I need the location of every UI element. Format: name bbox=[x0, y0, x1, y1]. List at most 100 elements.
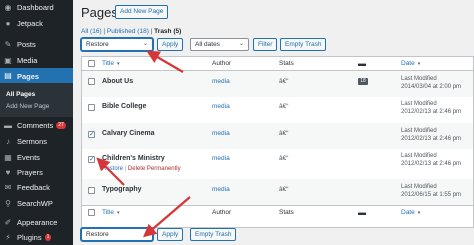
comments-count-badge: 27 bbox=[56, 122, 66, 129]
sidebar-item-searchwp[interactable]: ⚲ SearchWP bbox=[0, 199, 73, 208]
filter-all-link[interactable]: All (16) bbox=[81, 28, 102, 35]
table-row: Children's Ministry Restore | Delete Per… bbox=[82, 149, 473, 179]
pin-icon: ✎ bbox=[4, 39, 12, 49]
submenu-all-pages[interactable]: All Pages bbox=[6, 91, 35, 98]
stats-value: â€“ bbox=[279, 130, 289, 137]
bulk-action-select-top[interactable]: Restore ⌄ bbox=[81, 38, 153, 51]
comment-column-icon[interactable]: ▬ bbox=[358, 208, 366, 217]
comment-column-icon[interactable]: ▬ bbox=[358, 59, 366, 68]
stats-value: â€“ bbox=[279, 186, 289, 193]
empty-trash-button-top[interactable]: Empty Trash bbox=[280, 38, 327, 51]
sidebar-item-feedback[interactable]: ✉ Feedback bbox=[0, 183, 73, 192]
sidebar-item-label: Media bbox=[17, 56, 38, 65]
row-checkbox[interactable] bbox=[88, 78, 95, 85]
page-title-link[interactable]: Typography bbox=[102, 186, 142, 193]
plugins-count-badge: 1 bbox=[44, 234, 52, 241]
page-title-link[interactable]: Children's Ministry bbox=[102, 155, 165, 162]
stats-value: â€“ bbox=[279, 155, 289, 162]
sort-icon: ▾ bbox=[117, 210, 120, 216]
pages-submenu: All Pages Add New Page bbox=[0, 83, 73, 117]
restore-link[interactable]: Restore bbox=[102, 166, 123, 172]
chevron-down-icon: ⌄ bbox=[142, 231, 148, 237]
chevron-down-icon: ⌄ bbox=[238, 41, 244, 47]
sidebar-item-label: Pages bbox=[17, 71, 40, 81]
sidebar-item-events[interactable]: ▦ Events bbox=[0, 153, 73, 162]
sidebar-item-label: Comments bbox=[17, 121, 54, 130]
row-checkbox[interactable] bbox=[88, 155, 95, 163]
apply-button-bottom[interactable]: Apply bbox=[157, 228, 184, 241]
table-row: Calvary Cinema media â€“ Last Modified20… bbox=[82, 123, 473, 149]
filter-trash-current[interactable]: Trash (5) bbox=[154, 28, 181, 35]
column-title-footer[interactable]: Title ▾ bbox=[102, 209, 120, 216]
feedback-icon: ✉ bbox=[4, 182, 12, 192]
filter-published-link[interactable]: Published (18) bbox=[107, 28, 149, 35]
stats-value: â€“ bbox=[279, 78, 289, 85]
status-filter-links: All (16) | Published (18) | Trash (5) bbox=[81, 28, 182, 35]
sidebar-item-appearance[interactable]: ✐ Appearance bbox=[0, 218, 73, 227]
date-cell: Last Modified 2014/03/04 at 2:00 pm bbox=[401, 76, 462, 90]
bulk-action-select-bottom[interactable]: Restore ⌄ bbox=[81, 228, 153, 241]
select-all-checkbox[interactable] bbox=[88, 209, 95, 216]
column-author-header: Author bbox=[212, 60, 232, 67]
sidebar-item-label: Events bbox=[17, 153, 40, 162]
delete-permanently-link[interactable]: Delete Permanently bbox=[128, 166, 181, 172]
filter-button[interactable]: Filter bbox=[253, 38, 278, 51]
date-cell: Last Modified 2012/02/13 at 2:46 pm bbox=[401, 128, 462, 142]
add-new-page-button[interactable]: Add New Page bbox=[115, 5, 169, 19]
author-link[interactable]: media bbox=[212, 186, 230, 193]
comment-icon: ▬ bbox=[4, 120, 12, 130]
column-title-header[interactable]: Title ▾ bbox=[102, 60, 120, 67]
date-cell: Last Modified 2012/02/13 at 2:46 pm bbox=[401, 153, 462, 167]
column-date-footer[interactable]: Date ▾ bbox=[401, 209, 420, 216]
page-title-link[interactable]: Calvary Cinema bbox=[102, 130, 155, 137]
appearance-icon: ✐ bbox=[4, 217, 12, 227]
stats-value: â€“ bbox=[279, 103, 289, 110]
sidebar-item-jetpack[interactable]: ● Jetpack bbox=[0, 19, 73, 28]
column-date-header[interactable]: Date ▾ bbox=[401, 60, 420, 67]
sidebar-item-label: Appearance bbox=[17, 218, 58, 227]
sidebar-item-comments[interactable]: ▬ Comments 27 bbox=[0, 121, 73, 130]
row-checkbox[interactable] bbox=[88, 104, 95, 111]
pages-list-table: Title ▾ Author Stats ▬ Date ▾ About Us med… bbox=[81, 56, 474, 228]
author-link[interactable]: media bbox=[212, 78, 230, 85]
sidebar-item-label: Feedback bbox=[17, 183, 50, 192]
table-row: Typography media â€“ Last Modified 2012/0… bbox=[82, 179, 473, 205]
sidebar-item-label: Posts bbox=[17, 40, 36, 49]
row-checkbox[interactable] bbox=[88, 130, 95, 138]
sidebar-item-pages[interactable]: ▤ Pages bbox=[0, 68, 73, 84]
chevron-down-icon: ⌄ bbox=[142, 41, 148, 47]
author-link[interactable]: media bbox=[212, 103, 230, 110]
row-checkbox[interactable] bbox=[88, 187, 95, 194]
sidebar-item-sermons[interactable]: ♪ Sermons bbox=[0, 137, 73, 146]
table-footer-row: Title ▾ Author Stats ▬ Date ▾ bbox=[82, 205, 473, 219]
page-title-link[interactable]: About Us bbox=[102, 78, 133, 85]
page-title-link[interactable]: Bible College bbox=[102, 103, 146, 110]
sort-icon: ▾ bbox=[417, 61, 421, 67]
date-filter-select[interactable]: All dates ⌄ bbox=[190, 38, 249, 51]
select-all-checkbox[interactable] bbox=[88, 60, 95, 67]
date-cell: Last Modified 2012/02/13 at 2:46 pm bbox=[401, 101, 462, 115]
author-link[interactable]: media bbox=[212, 130, 230, 137]
sidebar-item-label: Prayers bbox=[17, 168, 43, 177]
author-link[interactable]: media bbox=[212, 155, 230, 162]
sidebar-item-posts[interactable]: ✎ Posts bbox=[0, 40, 73, 49]
apply-button-top[interactable]: Apply bbox=[157, 38, 184, 51]
submenu-add-new-page[interactable]: Add New Page bbox=[6, 103, 49, 110]
sidebar-item-plugins[interactable]: ⚡ Plugins 1 bbox=[0, 233, 73, 242]
comment-count-bubble[interactable]: 18 bbox=[358, 78, 368, 85]
column-stats-footer: Stats bbox=[279, 209, 294, 216]
media-icon: ▣ bbox=[4, 55, 12, 65]
prayers-icon: ♥ bbox=[5, 167, 11, 177]
sidebar-item-dashboard[interactable]: ◉ Dashboard bbox=[0, 3, 73, 12]
column-stats-header: Stats bbox=[279, 60, 294, 67]
table-row: Bible College media â€“ Last Modified 201… bbox=[82, 97, 473, 123]
dashboard-icon: ◉ bbox=[4, 2, 12, 12]
sidebar-item-prayers[interactable]: ♥ Prayers bbox=[0, 168, 73, 177]
pages-icon: ▤ bbox=[4, 71, 12, 80]
sermons-icon: ♪ bbox=[6, 136, 10, 146]
sort-icon: ▾ bbox=[117, 61, 120, 67]
admin-sidebar: ◉ Dashboard ● Jetpack ✎ Posts ▣ Media ▤ Pages… bbox=[0, 0, 73, 245]
sidebar-item-media[interactable]: ▣ Media bbox=[0, 56, 73, 65]
empty-trash-button-bottom[interactable]: Empty Trash bbox=[190, 228, 237, 241]
table-header-row: Title ▾ Author Stats ▬ Date ▾ bbox=[82, 57, 473, 71]
